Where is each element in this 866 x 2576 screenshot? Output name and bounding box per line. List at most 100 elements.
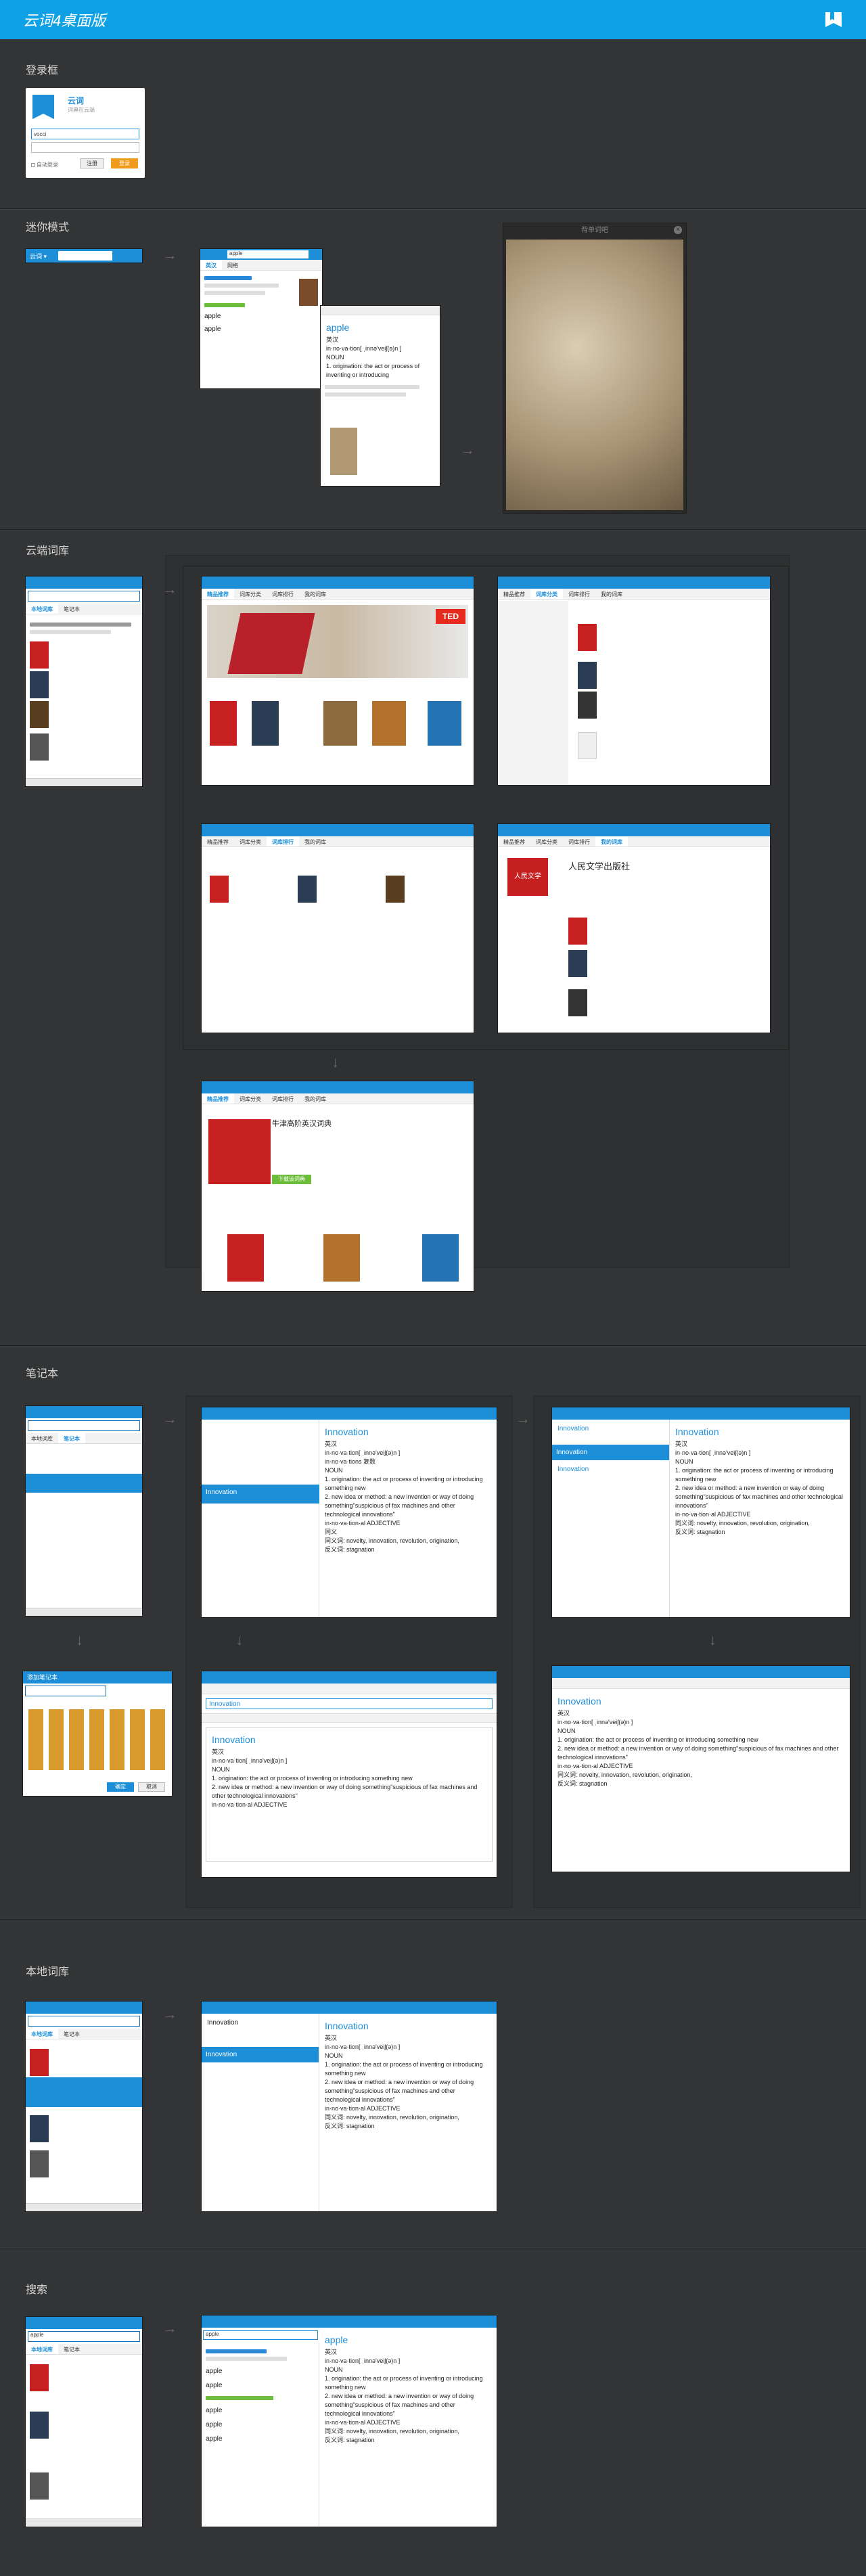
tab-dict[interactable]: 英汉: [200, 260, 222, 270]
tab-ranking[interactable]: 词库排行: [267, 1093, 299, 1104]
def-syn: 同义词: novelty, innovation, revolution, or…: [325, 2428, 459, 2435]
tab-featured[interactable]: 精品推荐: [202, 1093, 234, 1104]
note-body-editor[interactable]: Innovation 英汉 in·no·va·tion[ ˌinnəʹveiʃ(…: [206, 1727, 493, 1862]
tab-local[interactable]: 本地词库: [26, 1433, 58, 1443]
sidebar-search-input[interactable]: apple: [28, 2331, 140, 2342]
tab-other[interactable]: 网络: [222, 260, 244, 270]
book-cover[interactable]: [210, 876, 229, 903]
banner-image[interactable]: TED: [207, 605, 468, 678]
remember-checkbox[interactable]: [31, 162, 35, 167]
mini-search-input[interactable]: [58, 251, 112, 261]
result-word[interactable]: apple: [206, 2368, 315, 2375]
book-cover[interactable]: [30, 2049, 49, 2076]
book-cover[interactable]: [252, 701, 279, 746]
book-cover[interactable]: [30, 2472, 49, 2500]
tab-mine[interactable]: 我的词库: [595, 589, 628, 599]
book-cover[interactable]: [578, 732, 597, 759]
notebook-titlebar: [202, 1407, 497, 1420]
book-cover[interactable]: [227, 1234, 264, 1282]
mini-app-name[interactable]: 云词 ▾: [30, 252, 47, 261]
notebook-name-input[interactable]: [25, 1686, 106, 1696]
book-cover[interactable]: [422, 1234, 459, 1282]
tab-mine[interactable]: 我的词库: [299, 836, 332, 846]
book-cover[interactable]: [568, 918, 587, 945]
ok-button[interactable]: 确定: [107, 1782, 134, 1792]
book-cover[interactable]: [578, 692, 597, 719]
list-item-word[interactable]: apple: [204, 313, 318, 320]
cover-picker[interactable]: [28, 1709, 166, 1770]
book-cover[interactable]: [578, 624, 597, 651]
sidebar-search-input[interactable]: [28, 1420, 140, 1431]
book-cover[interactable]: [30, 2364, 49, 2391]
tab-notes[interactable]: 笔记本: [58, 604, 85, 614]
tab-mine[interactable]: 我的词库: [595, 836, 628, 846]
tab-featured[interactable]: 精品推荐: [498, 589, 530, 599]
tab-mine[interactable]: 我的词库: [299, 589, 332, 599]
tab-category[interactable]: 词库分类: [530, 589, 563, 599]
book-cover[interactable]: [30, 2115, 49, 2142]
tab-mine[interactable]: 我的词库: [299, 1093, 332, 1104]
book-cover[interactable]: [386, 876, 405, 903]
tab-local[interactable]: 本地词库: [26, 604, 58, 614]
sidebar-search-input[interactable]: [28, 591, 140, 602]
review-word-selected[interactable]: Innovation: [552, 1445, 669, 1460]
tab-ranking[interactable]: 词库排行: [563, 836, 595, 846]
result-word[interactable]: apple: [206, 2382, 315, 2389]
book-cover[interactable]: [428, 701, 461, 746]
selected-dict-row[interactable]: [26, 2077, 142, 2107]
book-cover: [30, 641, 49, 669]
tab-notes[interactable]: 笔记本: [58, 1433, 85, 1443]
selected-notebook-row[interactable]: [26, 1474, 142, 1493]
book-cover[interactable]: [323, 701, 357, 746]
tab-featured[interactable]: 精品推荐: [202, 589, 234, 599]
result-word[interactable]: apple: [206, 2435, 315, 2443]
tab-notes[interactable]: 笔记本: [58, 2029, 85, 2039]
sidebar-tabs: 本地词库 笔记本: [26, 604, 142, 614]
password-input[interactable]: [31, 142, 139, 153]
register-button[interactable]: 注册: [80, 158, 104, 168]
search-query-input[interactable]: apple: [203, 2330, 318, 2340]
book-cover[interactable]: [578, 662, 597, 689]
book-cover[interactable]: [30, 2412, 49, 2439]
cancel-button[interactable]: 取消: [138, 1782, 165, 1792]
tab-category[interactable]: 词库分类: [234, 589, 267, 599]
section-local-label: 本地词库: [26, 1966, 70, 1978]
word-row-selected[interactable]: Innovation: [202, 2047, 319, 2062]
sidebar-search-input[interactable]: [28, 2016, 140, 2027]
mini-query-input[interactable]: apple: [227, 250, 309, 258]
book-cover[interactable]: [372, 701, 406, 746]
download-button[interactable]: 下载该词典: [272, 1175, 311, 1184]
tab-local[interactable]: 本地词库: [26, 2344, 58, 2354]
book-title: 牛津高阶英汉词典: [272, 1120, 332, 1128]
book-cover[interactable]: [298, 876, 317, 903]
tab-ranking[interactable]: 词库排行: [563, 589, 595, 599]
book-cover[interactable]: [568, 989, 587, 1016]
tab-featured[interactable]: 精品推荐: [202, 836, 234, 846]
book-cover[interactable]: [568, 950, 587, 977]
def-noun: NOUN: [557, 1727, 576, 1734]
book-cover[interactable]: [323, 1234, 360, 1282]
tab-notes[interactable]: 笔记本: [58, 2344, 85, 2354]
username-input[interactable]: vocci: [31, 129, 139, 139]
review-word[interactable]: Innovation: [552, 1460, 669, 1478]
remember-row[interactable]: 自动登录: [31, 161, 58, 168]
tab-featured[interactable]: 精品推荐: [498, 836, 530, 846]
tab-local[interactable]: 本地词库: [26, 2029, 58, 2039]
note-word-input[interactable]: Innovation: [206, 1698, 493, 1709]
tab-ranking[interactable]: 词库排行: [267, 589, 299, 599]
def-line: [325, 392, 406, 397]
word-row-selected[interactable]: Innovation: [202, 1485, 319, 1504]
result-word[interactable]: apple: [206, 2421, 315, 2428]
close-icon[interactable]: ×: [674, 226, 682, 234]
result-word[interactable]: apple: [206, 2407, 315, 2414]
tab-category[interactable]: 词库分类: [234, 836, 267, 846]
login-button[interactable]: 登录: [111, 158, 138, 168]
book-cover[interactable]: [30, 2150, 49, 2177]
list-item-word[interactable]: apple: [204, 325, 318, 333]
word-row[interactable]: Innovation: [202, 2014, 319, 2032]
tab-category[interactable]: 词库分类: [234, 1093, 267, 1104]
review-word[interactable]: Innovation: [552, 1420, 669, 1438]
tab-category[interactable]: 词库分类: [530, 836, 563, 846]
book-cover[interactable]: [210, 701, 237, 746]
tab-ranking[interactable]: 词库排行: [267, 836, 299, 846]
